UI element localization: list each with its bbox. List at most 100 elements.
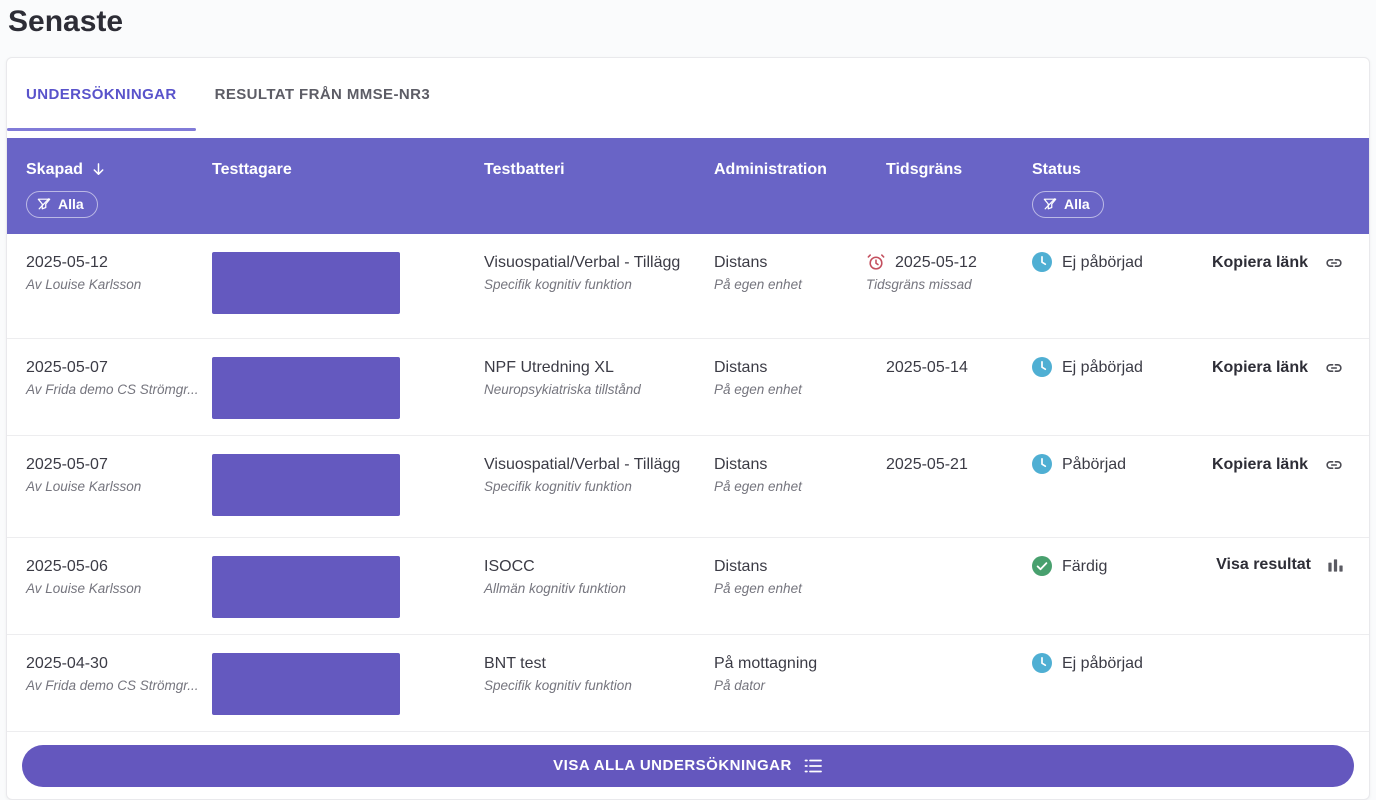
column-header-tidsgrans[interactable]: Tidsgräns [886,159,1032,218]
deadline-date: 2025-05-14 [886,358,968,376]
created-by: Av Louise Karlsson [26,276,142,292]
battery-category: Specifik kognitiv funktion [484,276,632,292]
filter-chip-status-label: Alla [1064,195,1090,212]
bar-chart-icon[interactable] [1326,556,1345,575]
filter-chip-skapad-label: Alla [58,195,84,212]
cell-tidsgrans: 2025-05-14 [886,356,1032,379]
ordered-list-icon [804,759,822,772]
column-label-tidsgrans: Tidsgräns [886,160,963,178]
link-icon[interactable] [1323,454,1345,476]
clock-icon [1032,454,1052,474]
filter-chip-skapad[interactable]: Alla [26,190,98,218]
sort-status[interactable]: Status [1032,159,1081,181]
table-row[interactable]: 2025-04-30 Av Frida demo CS Strömgr... B… [7,634,1369,732]
testtagare-redacted-box [212,652,400,715]
cell-administration: På mottagning På dator [714,652,886,695]
page-title: Senaste [8,5,124,38]
administration-detail: På egen enhet [714,478,802,494]
deadline-note: Tidsgräns missad [866,276,972,292]
created-by: Av Frida demo CS Strömgr... [26,381,199,397]
created-date: 2025-05-07 [26,358,108,376]
cell-actions: Kopiera länk [1192,356,1345,379]
cell-testbatteri: Visuospatial/Verbal - Tillägg Specifik k… [484,453,714,496]
column-header-administration[interactable]: Administration [714,159,886,218]
card-footer: VISA ALLA UNDERSÖKNINGAR [7,732,1369,799]
cell-skapad: 2025-04-30 Av Frida demo CS Strömgr... [26,652,212,695]
created-by: Av Louise Karlsson [26,478,142,494]
cell-testtagare [212,555,484,618]
battery-category: Specifik kognitiv funktion [484,677,632,693]
cell-actions [1192,652,1345,653]
table-row[interactable]: 2025-05-06 Av Louise Karlsson ISOCC Allm… [7,537,1369,635]
table-header: Skapad Alla Testtagare Testbatteri Admin… [7,137,1369,234]
filter-off-icon [1043,198,1057,210]
cell-testtagare [212,356,484,419]
cell-testbatteri: NPF Utredning XL Neuropsykiatriska tills… [484,356,714,399]
battery-name: ISOCC [484,557,535,575]
battery-category: Neuropsykiatriska tillstånd [484,381,641,397]
filter-chip-status[interactable]: Alla [1032,190,1104,218]
column-label-testtagare: Testtagare [212,160,292,178]
administration-detail: På egen enhet [714,381,802,397]
show-all-examinations-button[interactable]: VISA ALLA UNDERSÖKNINGAR [22,744,1354,787]
copy-link-button[interactable]: Kopiera länk [1212,456,1308,474]
status-label: Ej påbörjad [1062,253,1143,271]
battery-name: NPF Utredning XL [484,358,614,376]
administration-type: Distans [714,253,768,271]
view-results-button[interactable]: Visa resultat [1216,556,1311,574]
tab-undersokningar[interactable]: UNDERSÖKNINGAR [7,58,196,131]
cell-testtagare [212,251,484,314]
administration-detail: På egen enhet [714,580,802,596]
status-label: Ej påbörjad [1062,358,1143,376]
column-header-status: Status Alla [1032,159,1192,218]
table-row[interactable]: 2025-05-07 Av Louise Karlsson Visuospati… [7,435,1369,538]
battery-name: BNT test [484,654,546,672]
copy-link-button[interactable]: Kopiera länk [1212,254,1308,272]
cell-testtagare [212,453,484,516]
sort-skapad[interactable]: Skapad [26,159,106,181]
battery-category: Specifik kognitiv funktion [484,478,632,494]
created-date: 2025-05-07 [26,455,108,473]
cell-skapad: 2025-05-07 Av Frida demo CS Strömgr... [26,356,212,399]
cell-actions: Kopiera länk [1192,453,1345,476]
testtagare-redacted-box [212,251,400,314]
administration-type: Distans [714,455,768,473]
cell-testbatteri: Visuospatial/Verbal - Tillägg Specifik k… [484,251,714,294]
created-date: 2025-05-12 [26,253,108,271]
clock-icon [1032,653,1052,673]
cell-administration: Distans På egen enhet [714,356,886,399]
administration-type: Distans [714,557,768,575]
link-icon[interactable] [1323,357,1345,379]
cell-testbatteri: BNT test Specifik kognitiv funktion [484,652,714,695]
cell-skapad: 2025-05-07 Av Louise Karlsson [26,453,212,496]
cell-skapad: 2025-05-12 Av Louise Karlsson [26,251,212,294]
cell-administration: Distans På egen enhet [714,555,886,598]
administration-detail: På dator [714,677,766,693]
filter-off-icon [37,198,51,210]
link-icon[interactable] [1323,252,1345,274]
column-header-testtagare[interactable]: Testtagare [212,159,484,218]
status-label: Ej påbörjad [1062,654,1143,672]
created-by: Av Frida demo CS Strömgr... [26,677,199,693]
table-row[interactable]: 2025-05-12 Av Louise Karlsson Visuospati… [7,233,1369,339]
cell-status: Färdig [1032,555,1192,578]
tab-resultat-mmse-nr3[interactable]: RESULTAT FRÅN MMSE-NR3 [196,58,449,131]
administration-type: På mottagning [714,654,818,672]
column-header-skapad: Skapad Alla [26,159,212,218]
testtagare-redacted-box [212,555,400,618]
column-label-administration: Administration [714,160,827,178]
copy-link-button[interactable]: Kopiera länk [1212,359,1308,377]
table-row[interactable]: 2025-05-07 Av Frida demo CS Strömgr... N… [7,338,1369,436]
cell-status: Ej påbörjad [1032,652,1192,675]
cell-testbatteri: ISOCC Allmän kognitiv funktion [484,555,714,598]
tab-resultat-mmse-nr3-label: RESULTAT FRÅN MMSE-NR3 [214,85,431,103]
clock-icon [1032,252,1052,272]
cell-tidsgrans: 2025-05-21 [886,453,1032,476]
column-label-status: Status [1032,160,1081,178]
column-header-testbatteri[interactable]: Testbatteri [484,159,714,218]
deadline-date: 2025-05-21 [886,455,968,473]
tab-undersokningar-label: UNDERSÖKNINGAR [26,85,177,103]
tab-bar: UNDERSÖKNINGAR RESULTAT FRÅN MMSE-NR3 [7,58,1369,131]
created-date: 2025-04-30 [26,654,108,672]
battery-category: Allmän kognitiv funktion [484,580,626,596]
